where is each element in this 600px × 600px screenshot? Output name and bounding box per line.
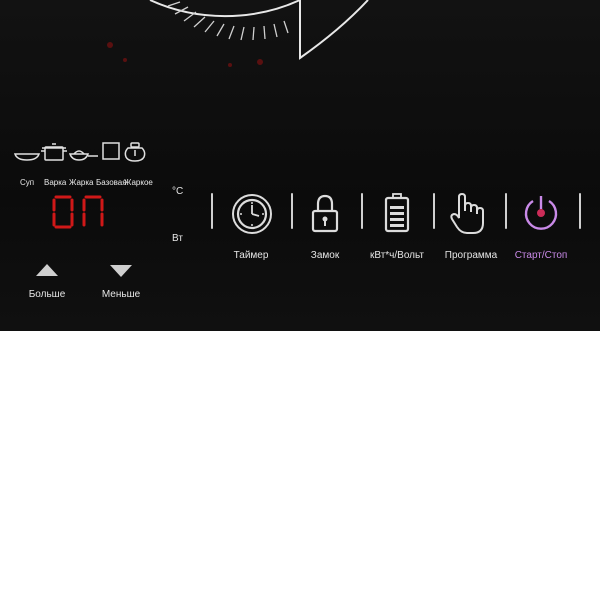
divider	[505, 193, 507, 229]
pot-icon[interactable]	[41, 143, 67, 161]
divider	[291, 193, 293, 229]
unit-temp-label: °C	[172, 186, 184, 197]
lock-icon	[311, 194, 339, 233]
start-stop-button[interactable]	[522, 193, 560, 238]
triangle-up-icon	[36, 264, 58, 276]
roast-pot-icon[interactable]	[124, 142, 146, 162]
mode-label-fry: Жарка	[69, 178, 94, 187]
decrease-button[interactable]	[109, 264, 133, 283]
frying-pan-icon[interactable]	[68, 150, 98, 161]
divider	[211, 193, 213, 229]
timer-label: Таймер	[233, 250, 269, 261]
mode-label-roast: Жаркое	[124, 178, 153, 187]
decrease-label: Меньше	[101, 289, 141, 300]
lock-button[interactable]	[311, 193, 339, 240]
hand-icon	[450, 192, 484, 234]
increase-button[interactable]	[35, 263, 59, 282]
mode-label-basic: Базовая	[96, 178, 127, 187]
mode-label-soup: Суп	[20, 178, 35, 187]
led-display	[52, 195, 104, 229]
energy-label: кВт*ч/Вольт	[369, 250, 425, 261]
divider	[433, 193, 435, 229]
mode-label-boil: Варка	[44, 178, 67, 187]
program-button[interactable]	[449, 191, 485, 240]
program-label: Программа	[444, 250, 498, 261]
start-stop-label: Старт/Стоп	[514, 250, 568, 261]
increase-label: Больше	[28, 289, 66, 300]
power-icon	[524, 196, 558, 230]
timer-button[interactable]	[231, 193, 273, 240]
clock-icon	[232, 194, 272, 234]
divider	[579, 193, 581, 229]
square-icon[interactable]	[102, 142, 120, 160]
divider	[361, 193, 363, 229]
unit-power-label: Вт	[172, 233, 183, 244]
triangle-down-icon	[110, 265, 132, 277]
lock-label: Замок	[310, 250, 340, 261]
energy-button[interactable]	[383, 193, 411, 240]
control-panel: Суп Варка Жарка Базовая Жаркое °C Вт Тай…	[0, 0, 600, 331]
pan-icon[interactable]	[13, 153, 41, 161]
battery-icon	[384, 193, 410, 233]
cooking-zone-ring	[107, 0, 369, 67]
